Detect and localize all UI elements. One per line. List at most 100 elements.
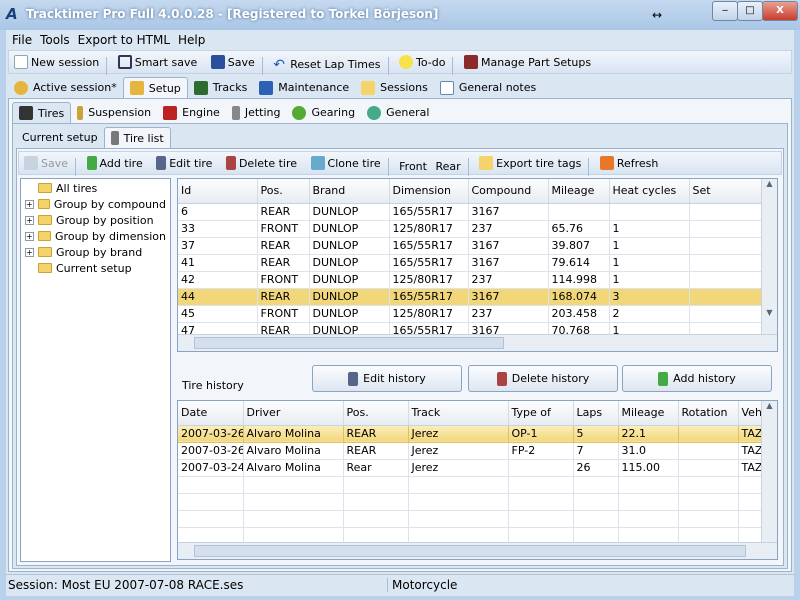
column-header[interactable]: Pos. — [343, 401, 409, 426]
column-header[interactable]: Track — [408, 401, 509, 426]
tire-grid[interactable]: Id Pos. Brand Dimension Compound Mileage Heat … — [177, 178, 778, 352]
tire-grid-vscroll[interactable]: ▲ ▼ — [761, 179, 777, 335]
history-grid-hscroll[interactable] — [178, 542, 777, 559]
column-header[interactable]: Compound — [468, 179, 549, 204]
tree-item-label: Group by dimension — [55, 229, 166, 243]
table-row[interactable]: 2007-03-24 Alvaro Molina Rear Jerez 26 115.00… — [178, 459, 777, 477]
column-header[interactable]: Dimension — [389, 179, 469, 204]
engine-icon — [163, 105, 178, 120]
expand-icon[interactable]: + — [25, 247, 34, 257]
tab-jetting[interactable]: Jetting — [226, 102, 287, 123]
edit-history-button[interactable]: Edit history — [312, 365, 462, 392]
expand-icon[interactable]: + — [25, 215, 34, 225]
tree-item[interactable]: + Group by compound — [25, 196, 166, 212]
tab-engine[interactable]: Engine — [157, 102, 226, 123]
tab-current-setup[interactable]: Current setup — [16, 127, 104, 148]
tab-suspension[interactable]: Suspension — [71, 102, 157, 123]
table-row[interactable]: 45 FRONT DUNLOP 125/80R17 237 203.458 2 — [178, 305, 763, 323]
table-row[interactable]: 42 FRONT DUNLOP 125/80R17 237 114.998 1 — [178, 271, 763, 289]
table-row[interactable]: 37 REAR DUNLOP 165/55R17 3167 39.807 1 — [178, 237, 763, 255]
todo-button[interactable]: To-do — [394, 51, 450, 73]
tire-tree[interactable]: All tires + Group by compound + Group by pos… — [20, 178, 171, 562]
label: Rear — [435, 160, 461, 173]
reset-lap-times-button[interactable]: ↶ Reset Lap Times — [268, 53, 385, 75]
front-filter-button[interactable]: Front — [394, 156, 432, 178]
manage-part-setups-button[interactable]: Manage Part Setups — [459, 51, 596, 73]
label: Gearing — [311, 106, 356, 119]
delete-tire-button[interactable]: Delete tire — [221, 152, 302, 174]
setup-icon — [129, 81, 144, 95]
column-header[interactable]: Type of — [508, 401, 574, 426]
column-header[interactable]: Heat cycles — [609, 179, 690, 204]
menu-tools[interactable]: Tools — [40, 33, 70, 47]
expand-icon[interactable]: + — [25, 199, 34, 209]
table-cell — [618, 493, 679, 511]
menu-export-html[interactable]: Export to HTML — [78, 33, 170, 47]
tab-tires[interactable]: Tires — [12, 102, 72, 123]
tree-item[interactable]: All tires — [25, 180, 166, 196]
column-header[interactable]: Pos. — [257, 179, 310, 204]
minimize-button[interactable]: ‒ — [712, 1, 738, 21]
expand-icon[interactable]: + — [25, 231, 34, 241]
rear-filter-button[interactable]: Rear — [435, 156, 465, 178]
table-cell: FRONT — [257, 305, 310, 323]
table-row[interactable]: 44 REAR DUNLOP 165/55R17 3167 168.074 3 — [178, 288, 763, 306]
tire-grid-hscroll[interactable] — [178, 334, 777, 351]
smart-save-button[interactable]: Smart save — [113, 51, 203, 73]
maximize-button[interactable]: □ — [737, 1, 763, 21]
table-row[interactable]: 2007-03-26 Alvaro Molina REAR Jerez FP-2 7 31.… — [178, 442, 777, 460]
tab-setup[interactable]: Setup — [122, 77, 188, 98]
tree-item-label: Current setup — [56, 261, 132, 275]
column-header[interactable]: Id — [178, 179, 258, 204]
table-cell: 7 — [573, 442, 619, 460]
tab-general-notes[interactable]: General notes — [434, 77, 542, 98]
clone-tire-button[interactable]: Clone tire — [306, 152, 386, 174]
table-row[interactable]: 2007-03-26 Alvaro Molina REAR Jerez OP-1 5 22.… — [178, 425, 777, 443]
column-header[interactable]: Set — [689, 179, 763, 204]
refresh-button[interactable]: Refresh — [595, 152, 664, 174]
tree-item[interactable]: + Group by position — [25, 212, 166, 228]
stopwatch-icon — [14, 80, 28, 95]
menu-file[interactable]: File — [12, 33, 32, 47]
menu-help[interactable]: Help — [178, 33, 205, 47]
save-button[interactable]: Save — [206, 51, 260, 73]
label: Current setup — [22, 131, 98, 144]
tab-gearing[interactable]: Gearing — [286, 102, 361, 123]
tab-tire-list[interactable]: Tire list — [103, 127, 171, 148]
table-cell: 65.76 — [548, 220, 610, 238]
column-header[interactable]: Mileage — [548, 179, 610, 204]
new-session-button[interactable]: New session — [9, 51, 104, 73]
table-row[interactable]: 41 REAR DUNLOP 165/55R17 3167 79.614 1 — [178, 254, 763, 272]
tab-active-session[interactable]: Active session* — [8, 77, 123, 98]
tree-item[interactable]: + Group by brand — [25, 244, 166, 260]
export-tire-tags-button[interactable]: Export tire tags — [474, 152, 586, 174]
delete-history-button[interactable]: Delete history — [468, 365, 618, 392]
column-header[interactable]: Driver — [243, 401, 344, 426]
add-tire-button[interactable]: Add tire — [82, 152, 148, 174]
tire-save-button[interactable]: Save — [19, 152, 73, 174]
edit-tire-button[interactable]: Edit tire — [151, 152, 217, 174]
tab-sessions[interactable]: Sessions — [355, 77, 434, 98]
column-header[interactable]: Rotation — [678, 401, 739, 426]
column-header[interactable]: Date — [178, 401, 244, 426]
tire-toolbar: Save Add tire Edit tire Delete tire Clon… — [18, 151, 782, 178]
tab-general[interactable]: General — [361, 102, 435, 123]
tree-item[interactable]: + Group by dimension — [25, 228, 166, 244]
table-row[interactable]: 6 REAR DUNLOP 165/55R17 3167 — [178, 203, 763, 221]
history-grid[interactable]: Date Driver Pos. Track Type of Laps Mileage Rot… — [177, 400, 778, 560]
tab-maintenance[interactable]: Maintenance — [253, 77, 355, 98]
tire-icon — [19, 106, 33, 120]
column-header[interactable]: Brand — [309, 179, 390, 204]
tab-tracks[interactable]: Tracks — [188, 77, 254, 98]
close-button[interactable]: X — [762, 1, 798, 21]
table-cell: 3 — [609, 288, 690, 306]
add-history-button[interactable]: Add history — [622, 365, 772, 392]
column-header[interactable]: Mileage — [618, 401, 679, 426]
history-grid-vscroll[interactable]: ▲ — [761, 401, 777, 543]
table-row[interactable]: 33 FRONT DUNLOP 125/80R17 237 65.76 1 — [178, 220, 763, 238]
label: Save — [227, 55, 255, 69]
table-cell: DUNLOP — [309, 288, 390, 306]
delete-tire-icon — [225, 156, 236, 170]
column-header[interactable]: Laps — [573, 401, 619, 426]
tree-item[interactable]: Current setup — [25, 260, 166, 276]
